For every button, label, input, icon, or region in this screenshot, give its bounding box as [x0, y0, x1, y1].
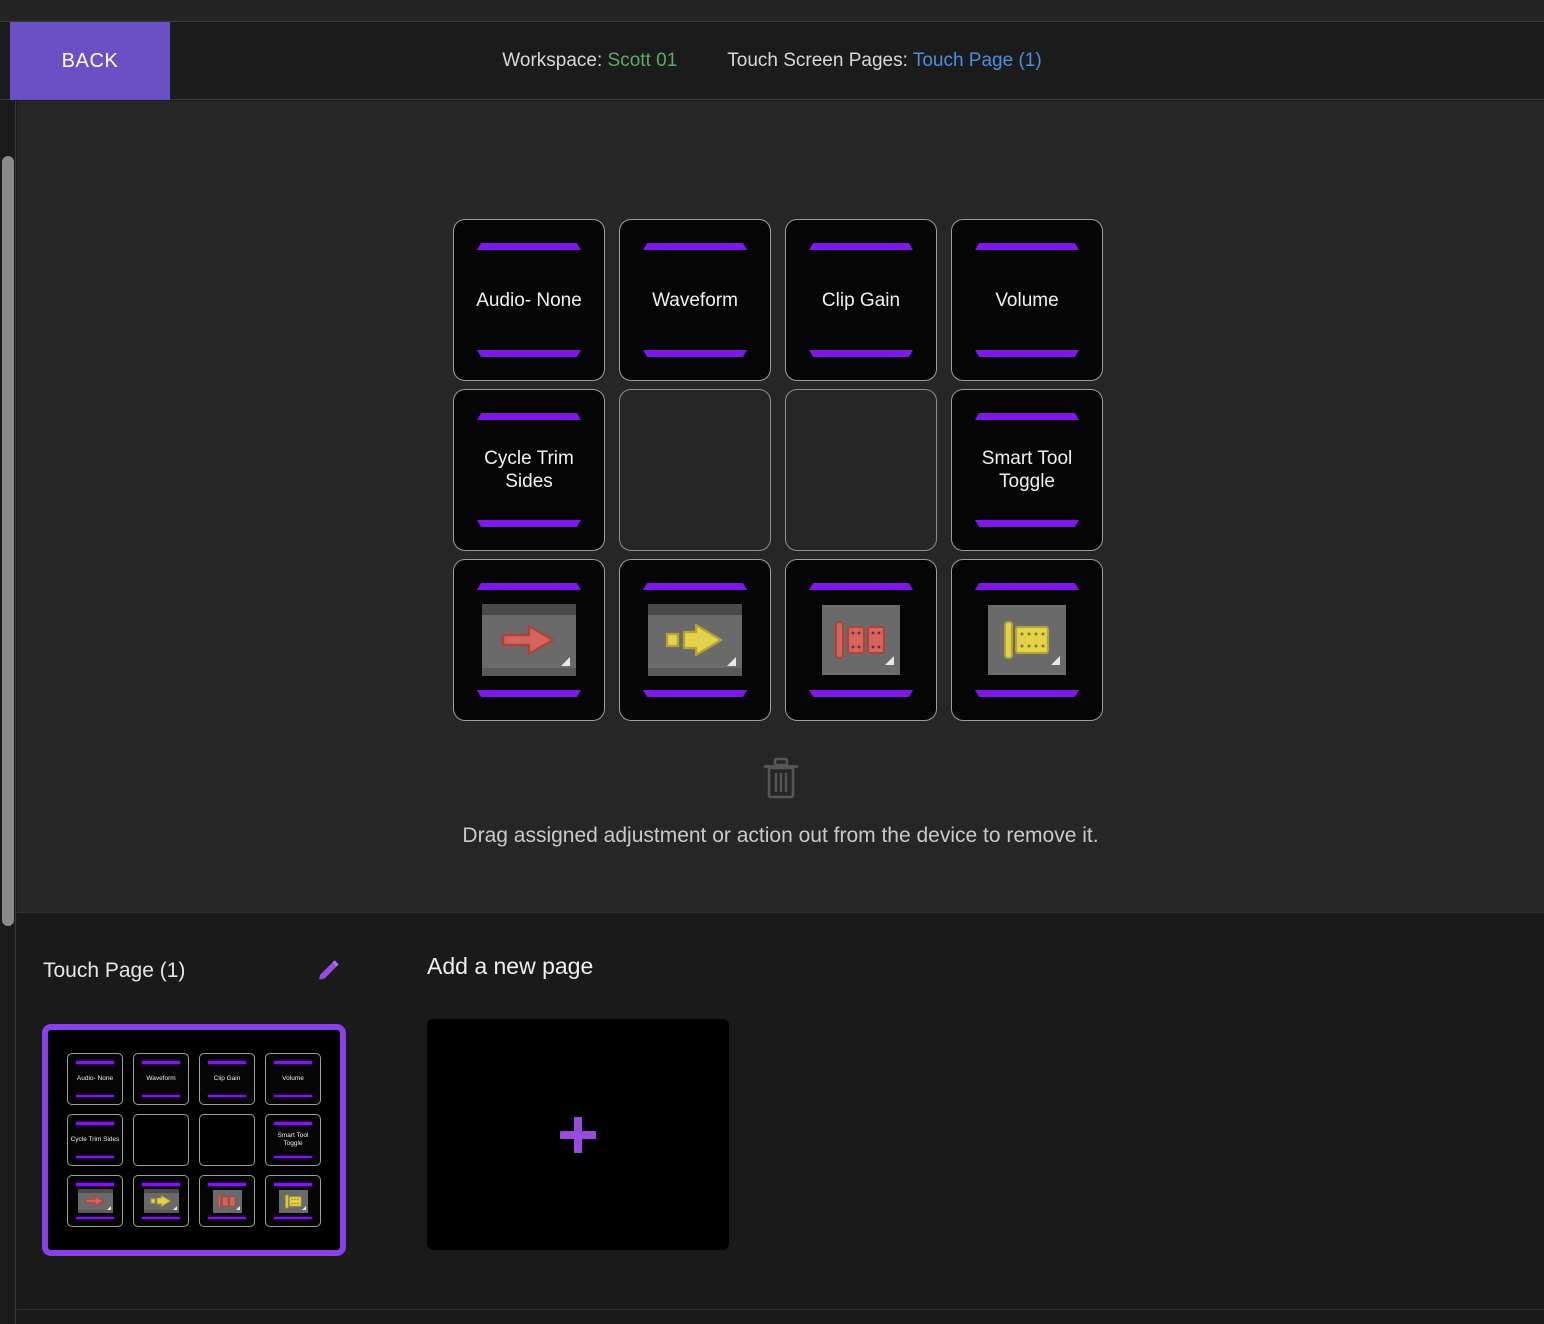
led-bottom [975, 350, 1079, 357]
mini-pad-label: Cycle Trim Sides [70, 1136, 120, 1143]
header-breadcrumb: Workspace: Scott 01 Touch Screen Pages: … [0, 22, 1544, 100]
pad-empty-slot-2[interactable] [785, 389, 937, 551]
mini-pad-volume: Volume [265, 1053, 321, 1105]
mini-pad-red-arrow-right [67, 1175, 123, 1227]
mini-pad-audio-none: Audio- None [67, 1053, 123, 1105]
led-bottom [477, 520, 581, 527]
touch-pages-group: Touch Screen Pages: Touch Page (1) [727, 50, 1041, 72]
yellow-trim-clip-icon [278, 1189, 308, 1213]
panel-bottom-divider [17, 1309, 1544, 1310]
led-bottom [477, 690, 581, 697]
plus-icon [560, 1116, 596, 1153]
page-name-label: Touch Page (1) [43, 959, 186, 982]
workspace-group: Workspace: Scott 01 [502, 50, 677, 72]
led-top [809, 243, 913, 250]
mini-pad-empty-slot-2 [199, 1114, 255, 1166]
pad-empty-slot-1[interactable] [619, 389, 771, 551]
mini-pad-yellow-trim-clip [265, 1175, 321, 1227]
mini-pad-label: Volume [282, 1075, 304, 1082]
led-top [643, 583, 747, 590]
pad-label: Smart Tool Toggle [981, 448, 1073, 492]
led-bottom [643, 350, 747, 357]
device-pad-grid: Audio- None Waveform Clip Gain Volume Cy… [453, 219, 1119, 721]
page-thumbnail-touch-page-1[interactable]: Audio- None Waveform Clip Gain Volume Cy… [42, 1024, 346, 1256]
led-bottom [975, 520, 1079, 527]
pad-waveform[interactable]: Waveform [619, 219, 771, 381]
pad-smart-tool-toggle[interactable]: Smart Tool Toggle [951, 389, 1103, 551]
pad-yellow-arrow-right[interactable] [619, 559, 771, 721]
mini-pad-waveform: Waveform [133, 1053, 189, 1105]
mini-pad-red-trim-clips [199, 1175, 255, 1227]
mini-pad-empty-slot-1 [133, 1114, 189, 1166]
trash-icon [763, 757, 798, 799]
led-bottom [477, 350, 581, 357]
workspace-value[interactable]: Scott 01 [608, 50, 678, 71]
add-new-page-tile[interactable] [427, 1019, 729, 1250]
led-top [477, 583, 581, 590]
led-bottom [643, 690, 747, 697]
pencil-icon[interactable] [315, 958, 341, 984]
led-bottom [975, 690, 1079, 697]
workspace-label: Workspace: [502, 50, 603, 71]
corner-marker-icon [727, 657, 736, 666]
vertical-scrollbar-thumb[interactable] [2, 156, 14, 926]
pad-yellow-trim-clip[interactable] [951, 559, 1103, 721]
page-title-row: Touch Page (1) [43, 958, 353, 984]
device-editor-panel: Audio- None Waveform Clip Gain Volume Cy… [17, 101, 1544, 912]
drag-hint-text: Drag assigned adjustment or action out f… [462, 824, 1099, 847]
mini-pad-yellow-arrow-right [133, 1175, 189, 1227]
led-top [477, 413, 581, 420]
pad-audio-none[interactable]: Audio- None [453, 219, 605, 381]
red-arrow-right-icon [77, 1189, 113, 1213]
corner-marker-icon [561, 657, 570, 666]
pad-label: Cycle Trim Sides [484, 448, 574, 492]
pad-label: Clip Gain [821, 289, 901, 311]
yellow-arrow-right-icon [648, 604, 742, 676]
corner-marker-icon [1051, 656, 1060, 665]
led-bottom [809, 690, 913, 697]
mini-pad-label: Clip Gain [213, 1075, 241, 1082]
led-top [975, 413, 1079, 420]
mini-pad-clip-gain: Clip Gain [199, 1053, 255, 1105]
pad-volume[interactable]: Volume [951, 219, 1103, 381]
mini-pad-smart-tool-toggle: Smart Tool Toggle [265, 1114, 321, 1166]
yellow-trim-clip-icon [988, 605, 1066, 675]
mini-pad-cycle-trim-sides: Cycle Trim Sides [67, 1114, 123, 1166]
led-top [975, 583, 1079, 590]
led-top [477, 243, 581, 250]
mini-pad-label: Audio- None [76, 1075, 114, 1082]
page-thumbnail-grid: Audio- None Waveform Clip Gain Volume Cy… [67, 1053, 321, 1227]
trash-drop-zone[interactable] [17, 756, 1544, 800]
led-top [809, 583, 913, 590]
vertical-scrollbar-track[interactable] [0, 101, 16, 1324]
pad-label: Volume [995, 289, 1059, 311]
corner-marker-icon [885, 656, 894, 665]
touch-pages-label: Touch Screen Pages: [727, 50, 908, 71]
mini-pad-label: Smart Tool Toggle [277, 1132, 309, 1147]
back-button[interactable]: BACK [10, 22, 170, 100]
touch-pages-value[interactable]: Touch Page (1) [913, 50, 1042, 71]
pad-red-trim-clips[interactable] [785, 559, 937, 721]
pad-red-arrow-right[interactable] [453, 559, 605, 721]
red-arrow-right-icon [482, 604, 576, 676]
pad-clip-gain[interactable]: Clip Gain [785, 219, 937, 381]
red-trim-clips-icon [212, 1189, 242, 1213]
window-top-strip [0, 0, 1544, 22]
pad-label: Audio- None [476, 289, 582, 311]
led-top [975, 243, 1079, 250]
pad-label: Waveform [652, 289, 738, 311]
yellow-arrow-right-icon [143, 1189, 179, 1213]
mini-pad-label: Waveform [146, 1075, 176, 1082]
red-trim-clips-icon [822, 605, 900, 675]
led-top [643, 243, 747, 250]
add-new-page-title: Add a new page [427, 953, 594, 979]
led-bottom [809, 350, 913, 357]
app-header: BACK Workspace: Scott 01 Touch Screen Pa… [0, 22, 1544, 100]
pad-cycle-trim-sides[interactable]: Cycle Trim Sides [453, 389, 605, 551]
